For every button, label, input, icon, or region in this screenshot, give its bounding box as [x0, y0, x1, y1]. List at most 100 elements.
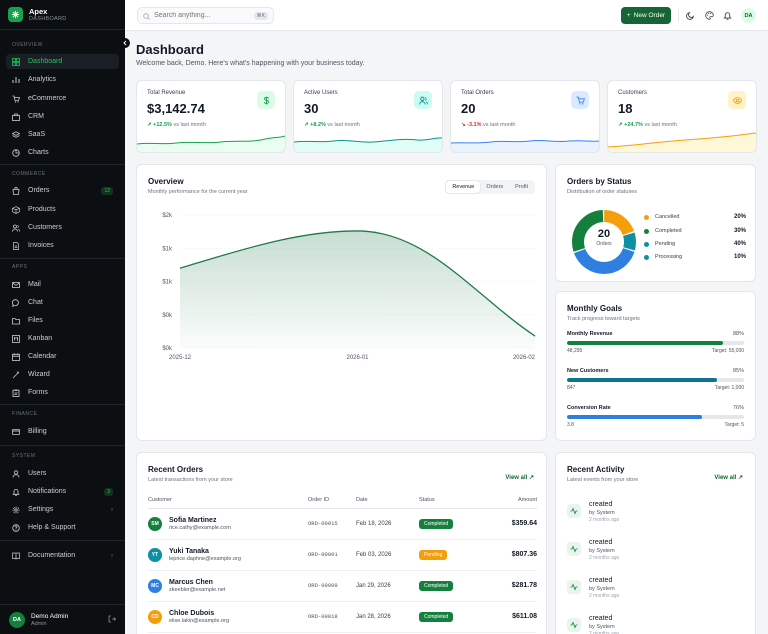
stat-card-revenue: Total Revenue $3,142.74 ↗ +12.5% vs last…: [136, 80, 286, 153]
sidebar-item-kanban[interactable]: Kanban: [6, 331, 119, 346]
goal-current: 48,295: [567, 348, 583, 354]
sidebar-item-users[interactable]: Users: [6, 466, 119, 481]
sidebar-item-documentation[interactable]: Documentation ›: [6, 548, 119, 563]
search-input[interactable]: [154, 12, 249, 19]
file-text-icon: [12, 241, 20, 250]
y-tick-label: $1k: [162, 246, 173, 252]
moon-icon[interactable]: [685, 10, 695, 20]
sidebar-item-saas[interactable]: SaaS: [6, 127, 119, 142]
order-date: Feb 18, 2026: [356, 508, 419, 540]
avatar: DA: [9, 611, 25, 628]
activity-item: created by System 2 months ago: [567, 500, 737, 532]
sidebar-item-ecommerce[interactable]: eCommerce: [6, 91, 119, 106]
activity-title: created: [589, 615, 613, 622]
avatar[interactable]: DA: [741, 8, 756, 23]
status-cell: Completed: [419, 570, 487, 602]
topbar: ⌘K + New Order DA: [125, 0, 768, 31]
sidebar-item-crm[interactable]: CRM: [6, 109, 119, 124]
bell-icon: [12, 488, 20, 496]
stat-card-total-orders: Total Orders 20 ↘ -3.1% vs last month: [450, 80, 600, 153]
customer-cell: SM Sofia Martinez rice.cathy@example.com: [148, 508, 308, 540]
brand-subtitle: DASHBOARD: [29, 15, 67, 22]
sidebar-item-label: Calendar: [28, 353, 57, 360]
folder-icon: [12, 317, 20, 325]
user-profile[interactable]: DA Demo Admin Admin: [0, 604, 125, 634]
sidebar-item-label: Orders: [28, 187, 50, 194]
goal-target: Target: 55,000: [712, 348, 744, 354]
recent-orders-subtitle: Latest transactions from your store: [148, 477, 233, 483]
sidebar-item-wizard[interactable]: Wizard: [6, 367, 119, 382]
legend-item: Completed 30%: [644, 226, 746, 236]
sidebar-item-mail[interactable]: Mail: [6, 277, 119, 292]
sidebar-item-calendar[interactable]: Calendar: [6, 349, 119, 364]
sidebar-item-dashboard[interactable]: Dashboard: [6, 54, 119, 69]
stat-label: Customers: [618, 90, 648, 96]
goal-progress-track: [567, 341, 744, 345]
goal-item: New Customers 85% 847 Target: 1,000: [567, 366, 744, 391]
sidebar-item-customers[interactable]: Customers: [6, 220, 119, 235]
table-row[interactable]: MC Marcus Chen zkeebler@example.net ORD-000…: [148, 570, 537, 602]
table-row[interactable]: YT Yuki Tanaka leprice.daphne@example.org O…: [148, 539, 537, 571]
brand[interactable]: Apex DASHBOARD: [0, 0, 125, 30]
nav-divider: [0, 404, 125, 405]
sidebar-item-analytics[interactable]: Analytics: [6, 72, 119, 87]
nav-divider: [0, 540, 125, 541]
view-all-label: View all: [714, 475, 737, 481]
activity-item: created by System 2 months ago: [567, 576, 737, 608]
table-row[interactable]: SM Sofia Martinez rice.cathy@example.com OR…: [148, 508, 537, 540]
sidebar-item-label: Wizard: [28, 371, 50, 378]
stat-delta-note: vs last month: [483, 122, 516, 128]
layers-icon: [12, 130, 20, 139]
view-all-orders-link[interactable]: View all ↗: [505, 474, 534, 481]
activity-title: created: [589, 539, 613, 546]
sidebar-item-files[interactable]: Files: [6, 313, 119, 328]
search-box[interactable]: ⌘K: [137, 7, 274, 24]
sidebar-item-help[interactable]: Help & Support: [6, 520, 119, 535]
goal-progress-fill: [567, 378, 718, 382]
sidebar-item-charts[interactable]: Charts: [6, 145, 119, 160]
cart-icon: [12, 95, 20, 103]
collapse-sidebar-button[interactable]: [120, 38, 130, 48]
order-id: ORD-00018: [308, 601, 356, 633]
orders-sparkline: [451, 139, 599, 152]
sidebar-item-notifications[interactable]: Notifications 3: [6, 484, 119, 499]
sidebar-item-billing[interactable]: Billing: [6, 424, 119, 439]
customer-name: Sofia Martinez: [169, 517, 217, 524]
new-order-button[interactable]: + New Order: [621, 7, 671, 24]
chevron-right-icon: ›: [111, 552, 113, 559]
logout-icon[interactable]: [108, 615, 117, 625]
sidebar-item-products[interactable]: Products: [6, 202, 119, 217]
stat-card-active-users: Active Users 30 ↗ +8.2% vs last month: [293, 80, 443, 153]
view-all-activity-link[interactable]: View all ↗: [714, 474, 743, 481]
status-subtitle: Distribution of order statuses: [567, 189, 638, 195]
sidebar-item-chat[interactable]: Chat: [6, 295, 119, 310]
nav-divider: [0, 445, 125, 446]
table-row[interactable]: CD Chloe Dubois elise.lakin@example.org ORD…: [148, 601, 537, 633]
bar-chart-icon: [12, 76, 20, 84]
stat-delta-value: +12.5%: [153, 122, 172, 128]
sidebar-item-label: eCommerce: [28, 95, 67, 102]
stat-label: Active Users: [304, 90, 338, 96]
avatar: CD: [148, 609, 162, 624]
cart-icon: [571, 91, 589, 109]
sidebar-item-label: CRM: [28, 113, 44, 120]
status-cell: Completed: [419, 508, 487, 540]
goal-progress-fill: [567, 415, 702, 419]
pie-chart-icon: [12, 148, 20, 157]
palette-icon[interactable]: [704, 10, 714, 20]
sidebar-item-settings[interactable]: Settings ›: [6, 502, 119, 517]
grid-icon: [12, 57, 20, 66]
column-header: Amount: [487, 493, 537, 509]
order-id: ORD-00015: [308, 508, 356, 540]
goal-progress-fill: [567, 341, 723, 345]
recent-activity-card: Recent Activity Latest events from your …: [555, 452, 756, 634]
column-header: Customer: [148, 493, 308, 509]
bell-icon[interactable]: [722, 10, 732, 20]
sidebar-item-invoices[interactable]: Invoices: [6, 238, 119, 253]
sidebar-item-orders[interactable]: Orders 12: [6, 183, 119, 198]
sidebar-item-label: Documentation: [28, 552, 76, 559]
goals-title: Monthly Goals: [567, 304, 623, 313]
nav-section-commerce: COMMERCE: [12, 171, 46, 177]
sidebar-item-forms[interactable]: Forms: [6, 385, 119, 400]
order-amount: $281.78: [487, 570, 537, 602]
